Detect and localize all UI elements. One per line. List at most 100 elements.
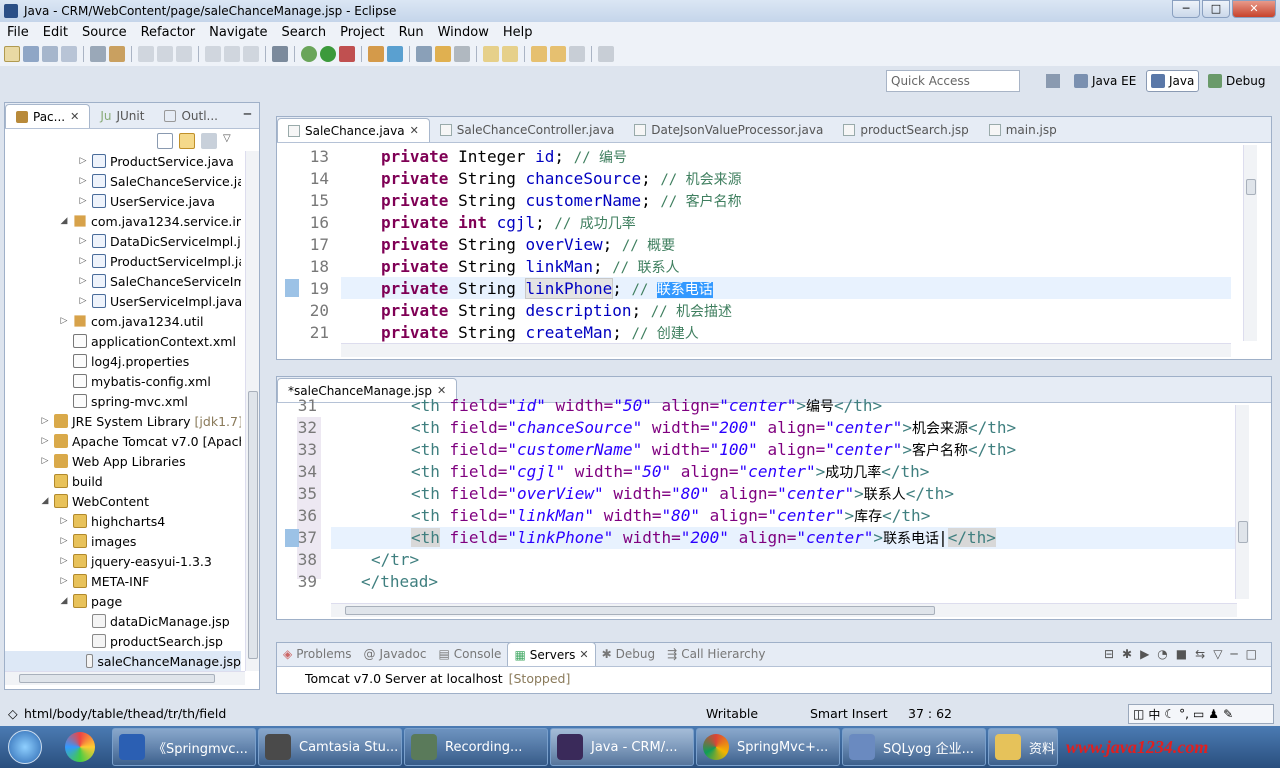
close-button[interactable]: ✕ [1232, 0, 1276, 18]
tab-salechance-java[interactable]: SaleChance.java ✕ [277, 118, 430, 142]
tree-item[interactable]: productSearch.jsp [5, 631, 223, 651]
code-line[interactable]: <th field="overView" width="80" align="c… [411, 484, 954, 504]
code-line[interactable]: <th field="customerName" width="100" ali… [411, 440, 1016, 460]
tree-item[interactable]: log4j.properties [5, 351, 189, 371]
code-line[interactable]: <th field="linkPhone" width="200" align=… [411, 528, 996, 548]
tree-item[interactable]: mybatis-config.xml [5, 371, 211, 391]
save-all-icon[interactable] [42, 46, 58, 62]
back-icon[interactable] [550, 46, 566, 62]
menu-window[interactable]: Window [431, 25, 496, 40]
last-edit-icon[interactable] [531, 46, 547, 62]
editor-horizontal-scrollbar[interactable] [331, 603, 1237, 617]
explorer-horizontal-scrollbar[interactable] [5, 671, 245, 685]
tree-item[interactable]: ▷ UserService.java [5, 191, 215, 211]
print-icon[interactable] [61, 46, 77, 62]
code-line[interactable]: private String customerName; // 客户名称 [381, 191, 742, 211]
tree-item[interactable]: ▷ jquery-easyui-1.3.3 [5, 551, 212, 571]
expand-arrow-icon[interactable]: ◢ [59, 216, 69, 226]
taskbar-item-eclipse[interactable]: Java - CRM/... [550, 728, 694, 766]
tree-item[interactable]: ▷ SaleChanceServiceImp [5, 271, 241, 291]
suspend-icon[interactable] [224, 46, 240, 62]
tab-main-jsp[interactable]: main.jsp [979, 118, 1067, 142]
taskbar-item-folder[interactable]: 资料 [988, 728, 1058, 766]
expand-arrow-icon[interactable]: ▷ [40, 456, 50, 466]
code-line[interactable]: private String description; // 机会描述 [381, 301, 732, 321]
tree-item[interactable]: ▷ images [5, 531, 137, 551]
menu-project[interactable]: Project [333, 25, 391, 40]
tree-item[interactable]: ▷ Apache Tomcat v7.0 [Apache [5, 431, 241, 451]
open-folder-icon[interactable] [435, 46, 451, 62]
tab-salechancecontroller-java[interactable]: SaleChanceController.java [430, 118, 625, 142]
expand-arrow-icon[interactable]: ▷ [78, 276, 88, 286]
expand-arrow-icon[interactable]: ▷ [59, 576, 69, 586]
code-line[interactable]: </thead> [361, 572, 438, 591]
tab-javadoc[interactable]: @ Javadoc [358, 642, 433, 666]
new-server-icon[interactable] [368, 46, 384, 62]
tab-junit[interactable]: Ju JUnit [90, 104, 154, 128]
code-line[interactable]: <th field="linkMan" width="80" align="ce… [411, 506, 930, 526]
expand-arrow-icon[interactable]: ▷ [40, 436, 50, 446]
editor-vertical-scrollbar[interactable] [1235, 405, 1249, 599]
debug-server-icon[interactable]: ✱ [1122, 647, 1132, 661]
perspective-java-ee[interactable]: Java EE [1070, 70, 1140, 92]
code-line[interactable]: private Integer id; // 编号 [381, 147, 627, 167]
minimize-button[interactable]: ─ [1172, 0, 1200, 18]
tree-item[interactable]: ▷ SaleChanceService.jav [5, 171, 241, 191]
server-row[interactable]: Tomcat v7.0 Server at localhost [Stopped… [305, 671, 570, 686]
tree-item[interactable]: ▷ highcharts4 [5, 511, 166, 531]
expand-arrow-icon[interactable]: ▷ [78, 176, 88, 186]
step-icon[interactable] [176, 46, 192, 62]
ime-mode[interactable]: 中 [1148, 706, 1160, 723]
perspective-java[interactable]: Java [1146, 70, 1200, 92]
view-menu-icon[interactable] [201, 133, 217, 149]
profile-server-icon[interactable]: ◔ [1157, 647, 1167, 661]
expand-arrow-icon[interactable]: ▷ [78, 296, 88, 306]
close-icon[interactable]: ✕ [70, 110, 79, 123]
scroll-thumb[interactable] [248, 391, 258, 659]
taskbar-item-camtasia[interactable]: Camtasia Stu... [258, 728, 402, 766]
tree-item[interactable]: saleChanceManage.jsp [5, 651, 241, 671]
code-line[interactable]: private String linkPhone; // 联系电话 [381, 278, 713, 299]
expand-arrow-icon[interactable]: ▷ [59, 556, 69, 566]
maximize-view-icon[interactable]: □ [1246, 647, 1257, 661]
close-icon[interactable]: ✕ [410, 124, 419, 137]
resume-icon[interactable] [205, 46, 221, 62]
menu-run[interactable]: Run [392, 25, 431, 40]
expand-arrow-icon[interactable]: ▷ [59, 316, 69, 326]
tab-call-hierarchy[interactable]: ⇶ Call Hierarchy [661, 642, 771, 666]
collapse-icon[interactable]: ⊟ [1104, 647, 1114, 661]
taskbar-item-sqlyog[interactable]: SQLyog 企业... [842, 728, 986, 766]
tree-item[interactable]: build [5, 471, 103, 491]
code-line[interactable]: </tr> [371, 550, 419, 569]
taskbar-item-word[interactable]: 《Springmvc... [112, 728, 256, 766]
quick-access-input[interactable]: Quick Access [886, 70, 1020, 92]
expand-arrow-icon[interactable]: ▷ [40, 416, 50, 426]
close-icon[interactable]: ✕ [579, 648, 588, 661]
minimize-view-icon[interactable]: ─ [244, 107, 251, 121]
tree-item[interactable]: ▷ Web App Libraries [5, 451, 186, 471]
tree-item[interactable]: ◢ WebContent [5, 491, 149, 511]
tree-item[interactable]: ◢ page [5, 591, 123, 611]
link-with-editor-icon[interactable] [179, 133, 195, 149]
code-line[interactable]: private String createMan; // 创建人 [381, 323, 699, 343]
tree-item[interactable]: ▷ DataDicServiceImpl.jav [5, 231, 241, 251]
skip-breakpoints-icon[interactable] [272, 46, 288, 62]
code-line[interactable]: private String chanceSource; // 机会来源 [381, 169, 742, 189]
minimize-view-icon[interactable]: ─ [1230, 647, 1237, 661]
menu-refactor[interactable]: Refactor [134, 25, 203, 40]
tree-item[interactable]: ▷ com.java1234.util [5, 311, 204, 331]
code-line[interactable]: private String overView; // 概要 [381, 235, 675, 255]
expand-arrow-icon[interactable]: ▷ [78, 156, 88, 166]
expand-arrow-icon[interactable]: ▷ [78, 196, 88, 206]
maximize-button[interactable]: □ [1202, 0, 1230, 18]
menu-source[interactable]: Source [75, 25, 134, 40]
tree-item[interactable]: ◢ com.java1234.service.imp [5, 211, 241, 231]
pin-editor-icon[interactable] [598, 46, 614, 62]
publish-icon[interactable]: ⇆ [1195, 647, 1205, 661]
open-type-icon[interactable] [90, 46, 106, 62]
taskbar-pinned-app[interactable] [50, 727, 110, 767]
open-type-hierarchy-icon[interactable] [416, 46, 432, 62]
tree-item[interactable]: ▷ META-INF [5, 571, 150, 591]
tab-problems[interactable]: ◈ Problems [277, 642, 358, 666]
tab-servers[interactable]: ▦ Servers ✕ [507, 642, 596, 666]
